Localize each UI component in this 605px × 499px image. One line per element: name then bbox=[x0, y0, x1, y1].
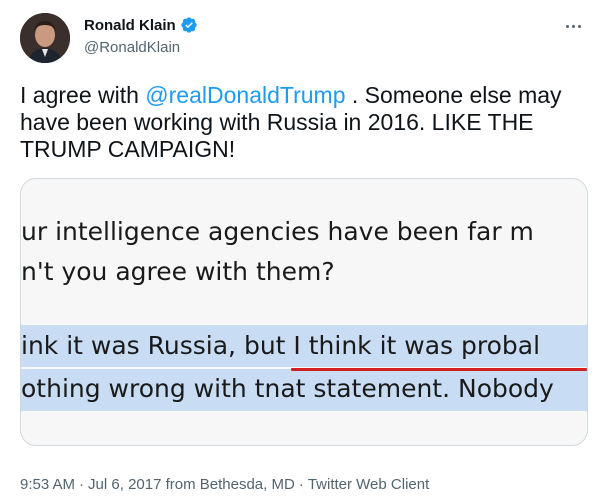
more-options-button[interactable] bbox=[559, 16, 587, 36]
author-handle[interactable]: @RonaldKlain bbox=[84, 39, 180, 56]
tweet-metadata: 9:53 AM · Jul 6, 2017 from Bethesda, MD · Tw… bbox=[20, 476, 429, 493]
separator: · bbox=[79, 476, 85, 493]
red-underline bbox=[291, 368, 587, 371]
separator: · bbox=[298, 476, 304, 493]
transcript-line: othing wrong with tnat statement. Nobody bbox=[21, 374, 554, 403]
mention-link[interactable]: @realDonaldTrump bbox=[145, 82, 345, 108]
transcript-screenshot: ur intelligence agencies have been far m… bbox=[21, 179, 587, 445]
tweet-text: I agree with @realDonaldTrump . Someone … bbox=[20, 82, 595, 163]
display-name[interactable]: Ronald Klain bbox=[84, 17, 176, 34]
tweet-card: Ronald Klain @RonaldKlain I agree with @… bbox=[0, 0, 605, 499]
tweet-time: 9:53 AM bbox=[20, 476, 76, 493]
tweet-text-before: I agree with bbox=[20, 82, 146, 108]
more-horizontal-icon bbox=[565, 24, 569, 28]
transcript-line: n't you agree with them? bbox=[21, 257, 335, 286]
author-name-row[interactable]: Ronald Klain bbox=[84, 16, 198, 34]
transcript-line: ink it was Russia, but I think it was pr… bbox=[21, 331, 541, 360]
avatar[interactable] bbox=[20, 13, 70, 63]
tweet-media-image[interactable]: ur intelligence agencies have been far m… bbox=[20, 178, 588, 446]
tweet-date-location: Jul 6, 2017 from Bethesda, MD bbox=[88, 476, 295, 493]
transcript-line: ur intelligence agencies have been far m bbox=[21, 217, 534, 246]
timestamp-link[interactable]: 9:53 AM · Jul 6, 2017 from Bethesda, MD bbox=[20, 476, 295, 493]
client-link[interactable]: Twitter Web Client bbox=[308, 476, 429, 493]
verified-badge-icon bbox=[180, 16, 198, 34]
